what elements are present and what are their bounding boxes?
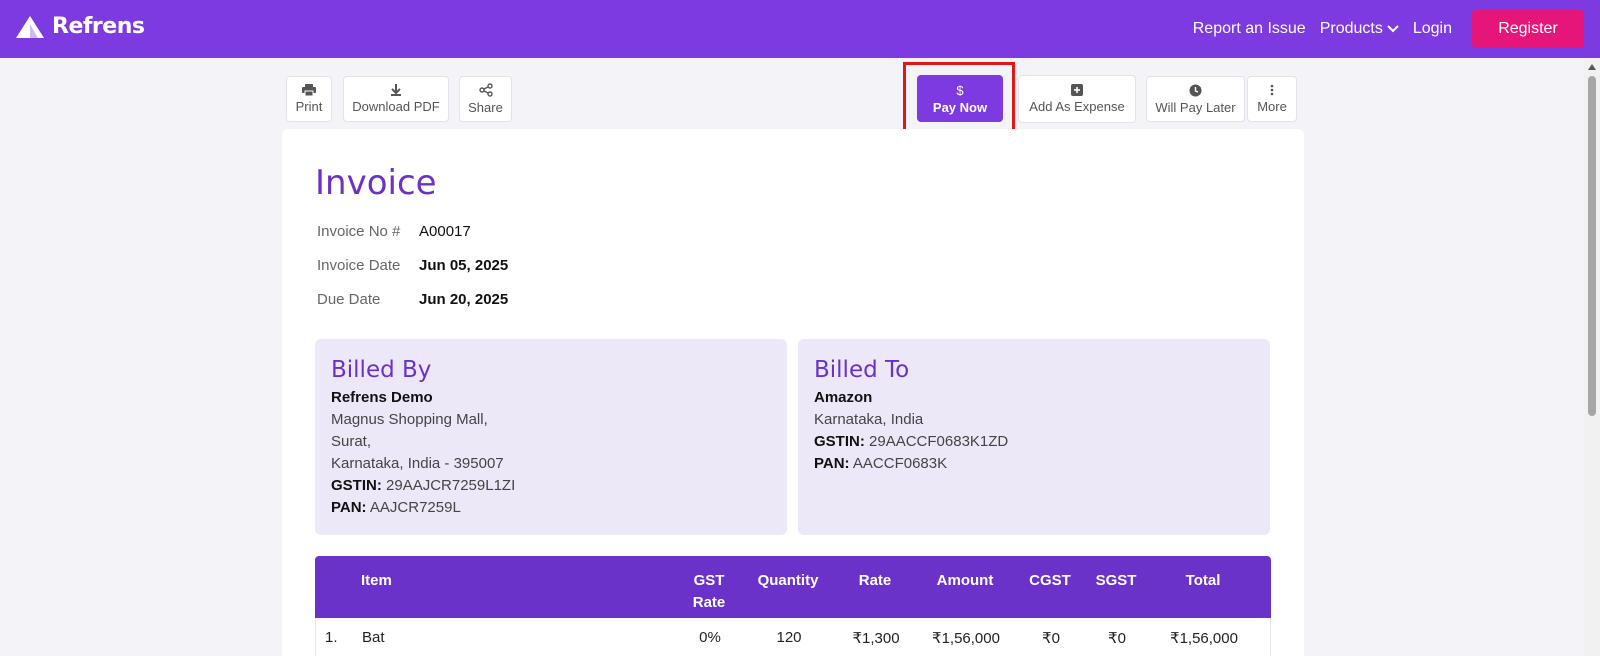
billed-by-heading: Billed By bbox=[331, 357, 432, 383]
billed-to-gstin: GSTIN: 29AACCF0683K1ZD bbox=[814, 431, 1254, 453]
row-cgst: ₹0 bbox=[1042, 630, 1060, 647]
billed-by-pan-value: AAJCR7259L bbox=[369, 499, 461, 516]
invoice-card: Invoice Invoice No # A00017 Invoice Date… bbox=[282, 129, 1304, 656]
row-quantity: 120 bbox=[776, 629, 802, 646]
register-button[interactable]: Register bbox=[1472, 10, 1584, 48]
nav-right: Report an Issue Products Login Register bbox=[1193, 10, 1584, 48]
billed-to-address-1: Karnataka, India bbox=[814, 411, 924, 428]
due-date-row: Due Date Jun 20, 2025 bbox=[317, 291, 508, 308]
refrens-logo-icon bbox=[16, 15, 44, 38]
row-rate: ₹1,300 bbox=[852, 630, 900, 647]
header-quantity: Quantity bbox=[757, 572, 819, 589]
invoice-number-row: Invoice No # A00017 bbox=[317, 223, 471, 240]
more-vertical-icon bbox=[1270, 84, 1274, 96]
will-pay-later-button[interactable]: Will Pay Later bbox=[1146, 76, 1245, 122]
print-button[interactable]: Print bbox=[286, 76, 332, 122]
invoice-date-row: Invoice Date Jun 05, 2025 bbox=[317, 257, 508, 274]
share-icon bbox=[478, 83, 493, 97]
products-menu[interactable]: Products bbox=[1320, 20, 1399, 38]
billed-to-gstin-label: GSTIN: bbox=[814, 433, 865, 450]
billed-by-gstin: GSTIN: 29AAJCR7259L1ZI bbox=[331, 475, 771, 497]
login-link[interactable]: Login bbox=[1413, 20, 1452, 38]
header-gst-rate-line2: Rate bbox=[692, 594, 726, 611]
invoice-date-label: Invoice Date bbox=[317, 257, 401, 274]
top-navigation-bar: Refrens Report an Issue Products Login R… bbox=[0, 0, 1600, 58]
row-index: 1. bbox=[325, 629, 338, 646]
items-table-header: Item GST Rate Quantity Rate Amount CGST … bbox=[315, 556, 1271, 618]
page-scrollbar[interactable] bbox=[1584, 58, 1600, 656]
due-date-label: Due Date bbox=[317, 291, 381, 308]
billed-to-name: Amazon bbox=[814, 389, 873, 406]
products-label: Products bbox=[1319, 20, 1383, 37]
header-gst-rate-line1: GST bbox=[693, 572, 725, 589]
header-total: Total bbox=[1185, 572, 1221, 589]
billed-by-panel: Billed By Refrens Demo Magnus Shopping M… bbox=[315, 339, 787, 535]
report-issue-link[interactable]: Report an Issue bbox=[1193, 20, 1306, 38]
billed-by-address-2: Surat, bbox=[331, 433, 372, 450]
billed-to-heading: Billed To bbox=[814, 357, 910, 383]
billed-by-address-3: Karnataka, India - 395007 bbox=[331, 455, 504, 472]
plus-square-icon bbox=[1071, 84, 1083, 96]
invoice-title: Invoice bbox=[315, 163, 437, 203]
row-item: Bat bbox=[362, 629, 385, 646]
brand-name: Refrens bbox=[52, 14, 145, 39]
more-button[interactable]: More bbox=[1247, 76, 1297, 122]
header-rate: Rate bbox=[858, 572, 892, 589]
scroll-thumb[interactable] bbox=[1588, 76, 1596, 416]
download-pdf-button[interactable]: Download PDF bbox=[343, 76, 449, 122]
header-gst-rate: GST Rate bbox=[689, 570, 729, 614]
billed-by-gstin-label: GSTIN: bbox=[331, 477, 382, 494]
download-pdf-label: Download PDF bbox=[352, 99, 440, 114]
share-button[interactable]: Share bbox=[459, 76, 512, 122]
billed-to-panel: Billed To Amazon Karnataka, India GSTIN:… bbox=[798, 339, 1270, 535]
billed-by-gstin-value: 29AAJCR7259L1ZI bbox=[386, 477, 516, 494]
pay-now-highlight-box bbox=[903, 62, 1015, 138]
print-label: Print bbox=[295, 99, 323, 114]
billed-to-gstin-value: 29AACCF0683K1ZD bbox=[869, 433, 1009, 450]
row-amount: ₹1,56,000 bbox=[932, 630, 1000, 647]
brand-logo[interactable]: Refrens bbox=[16, 14, 145, 39]
more-label: More bbox=[1257, 99, 1287, 114]
row-total: ₹1,56,000 bbox=[1170, 630, 1238, 647]
row-sgst: ₹0 bbox=[1108, 630, 1126, 647]
invoice-number-value: A00017 bbox=[419, 223, 471, 240]
share-label: Share bbox=[468, 100, 503, 115]
download-icon bbox=[391, 84, 401, 96]
billed-by-name: Refrens Demo bbox=[331, 389, 433, 406]
invoice-number-label: Invoice No # bbox=[317, 223, 401, 240]
header-sgst: SGST bbox=[1095, 572, 1137, 589]
billed-by-pan-label: PAN: bbox=[331, 499, 367, 516]
invoice-date-value: Jun 05, 2025 bbox=[419, 257, 509, 274]
clock-icon bbox=[1189, 84, 1202, 96]
billed-to-pan-label: PAN: bbox=[814, 455, 850, 472]
header-item: Item bbox=[361, 572, 392, 589]
billed-by-address-1: Magnus Shopping Mall, bbox=[331, 411, 488, 428]
table-row: 1. Bat 0% 120 ₹1,300 ₹1,56,000 ₹0 ₹0 ₹1,… bbox=[315, 618, 1271, 656]
header-amount: Amount bbox=[936, 572, 994, 589]
billed-by-pan: PAN: AAJCR7259L bbox=[331, 497, 771, 519]
printer-icon bbox=[302, 84, 316, 96]
will-pay-later-label: Will Pay Later bbox=[1155, 99, 1236, 115]
scroll-up-arrow-icon[interactable] bbox=[1588, 64, 1596, 70]
billed-to-pan-value: AACCF0683K bbox=[852, 455, 948, 472]
add-as-expense-label: Add As Expense bbox=[1029, 99, 1125, 114]
header-cgst: CGST bbox=[1029, 572, 1071, 589]
due-date-value: Jun 20, 2025 bbox=[419, 291, 509, 308]
add-as-expense-button[interactable]: Add As Expense bbox=[1018, 75, 1136, 123]
billed-to-pan: PAN: AACCF0683K bbox=[814, 453, 1254, 475]
row-gst-rate: 0% bbox=[699, 629, 721, 646]
chevron-down-icon bbox=[1387, 25, 1399, 33]
